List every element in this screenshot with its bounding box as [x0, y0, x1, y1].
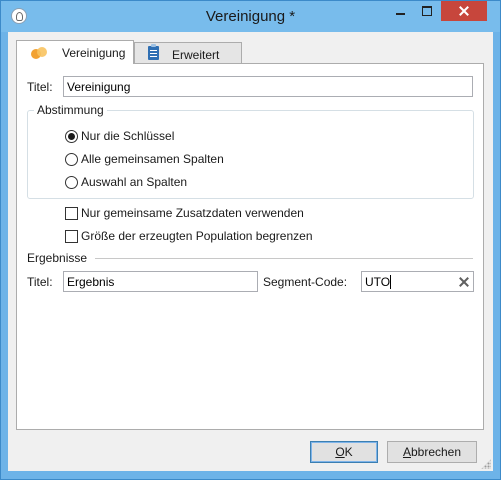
- checkbox-label: Größe der erzeugten Population begrenzen: [81, 229, 313, 243]
- text-cursor: [390, 275, 391, 289]
- dialog-body: Vereinigung Erweitert Titel: Abstimmung …: [8, 32, 493, 471]
- maximize-button[interactable]: [414, 1, 440, 21]
- title-bar[interactable]: Vereinigung *: [1, 1, 500, 32]
- matching-group: Abstimmung Nur die Schlüssel Alle gemein…: [27, 103, 474, 199]
- segment-code-label: Segment-Code:: [263, 275, 348, 289]
- cancel-label-rest: bbrechen: [410, 445, 462, 459]
- checkbox-label: Nur gemeinsame Zusatzdaten verwenden: [81, 206, 304, 220]
- cancel-mnemonic: A: [402, 445, 411, 459]
- tab-panel: Titel: Abstimmung Nur die Schlüssel Alle…: [16, 63, 484, 430]
- tab-label: Erweitert: [172, 48, 220, 62]
- radio-button[interactable]: [65, 153, 78, 166]
- matching-group-caption: Abstimmung: [34, 103, 107, 117]
- union-circles-icon: [31, 47, 47, 60]
- dialog-window: Vereinigung * Vereinigung Erweitert Tite…: [0, 0, 501, 480]
- radio-label: Alle gemeinsamen Spalten: [81, 152, 224, 166]
- radio-button[interactable]: [65, 176, 78, 189]
- results-separator: [95, 258, 473, 259]
- clear-icon[interactable]: [455, 272, 473, 291]
- clipboard-icon: [148, 44, 159, 60]
- radio-button[interactable]: [65, 130, 78, 143]
- ok-button[interactable]: OK: [310, 441, 378, 463]
- radio-label: Nur die Schlüssel: [81, 129, 175, 143]
- result-title-input[interactable]: [63, 271, 258, 292]
- tab-vereinigung[interactable]: Vereinigung: [16, 40, 134, 64]
- tab-label: Vereinigung: [62, 46, 126, 60]
- checkbox[interactable]: [65, 207, 78, 220]
- radio-label: Auswahl an Spalten: [81, 175, 188, 189]
- title-label: Titel:: [27, 80, 53, 94]
- ok-mnemonic: O: [335, 445, 345, 459]
- checkbox[interactable]: [65, 230, 78, 243]
- cancel-button[interactable]: Abbrechen: [387, 441, 477, 463]
- ok-label-rest: K: [344, 445, 353, 459]
- minimize-button[interactable]: [387, 1, 413, 21]
- close-button[interactable]: [441, 1, 487, 21]
- title-input[interactable]: [63, 76, 473, 97]
- results-section-caption: Ergebnisse: [27, 251, 88, 265]
- tab-erweitert[interactable]: Erweitert: [134, 42, 242, 64]
- result-title-label: Titel:: [27, 275, 53, 289]
- resize-grip-icon[interactable]: [481, 459, 491, 469]
